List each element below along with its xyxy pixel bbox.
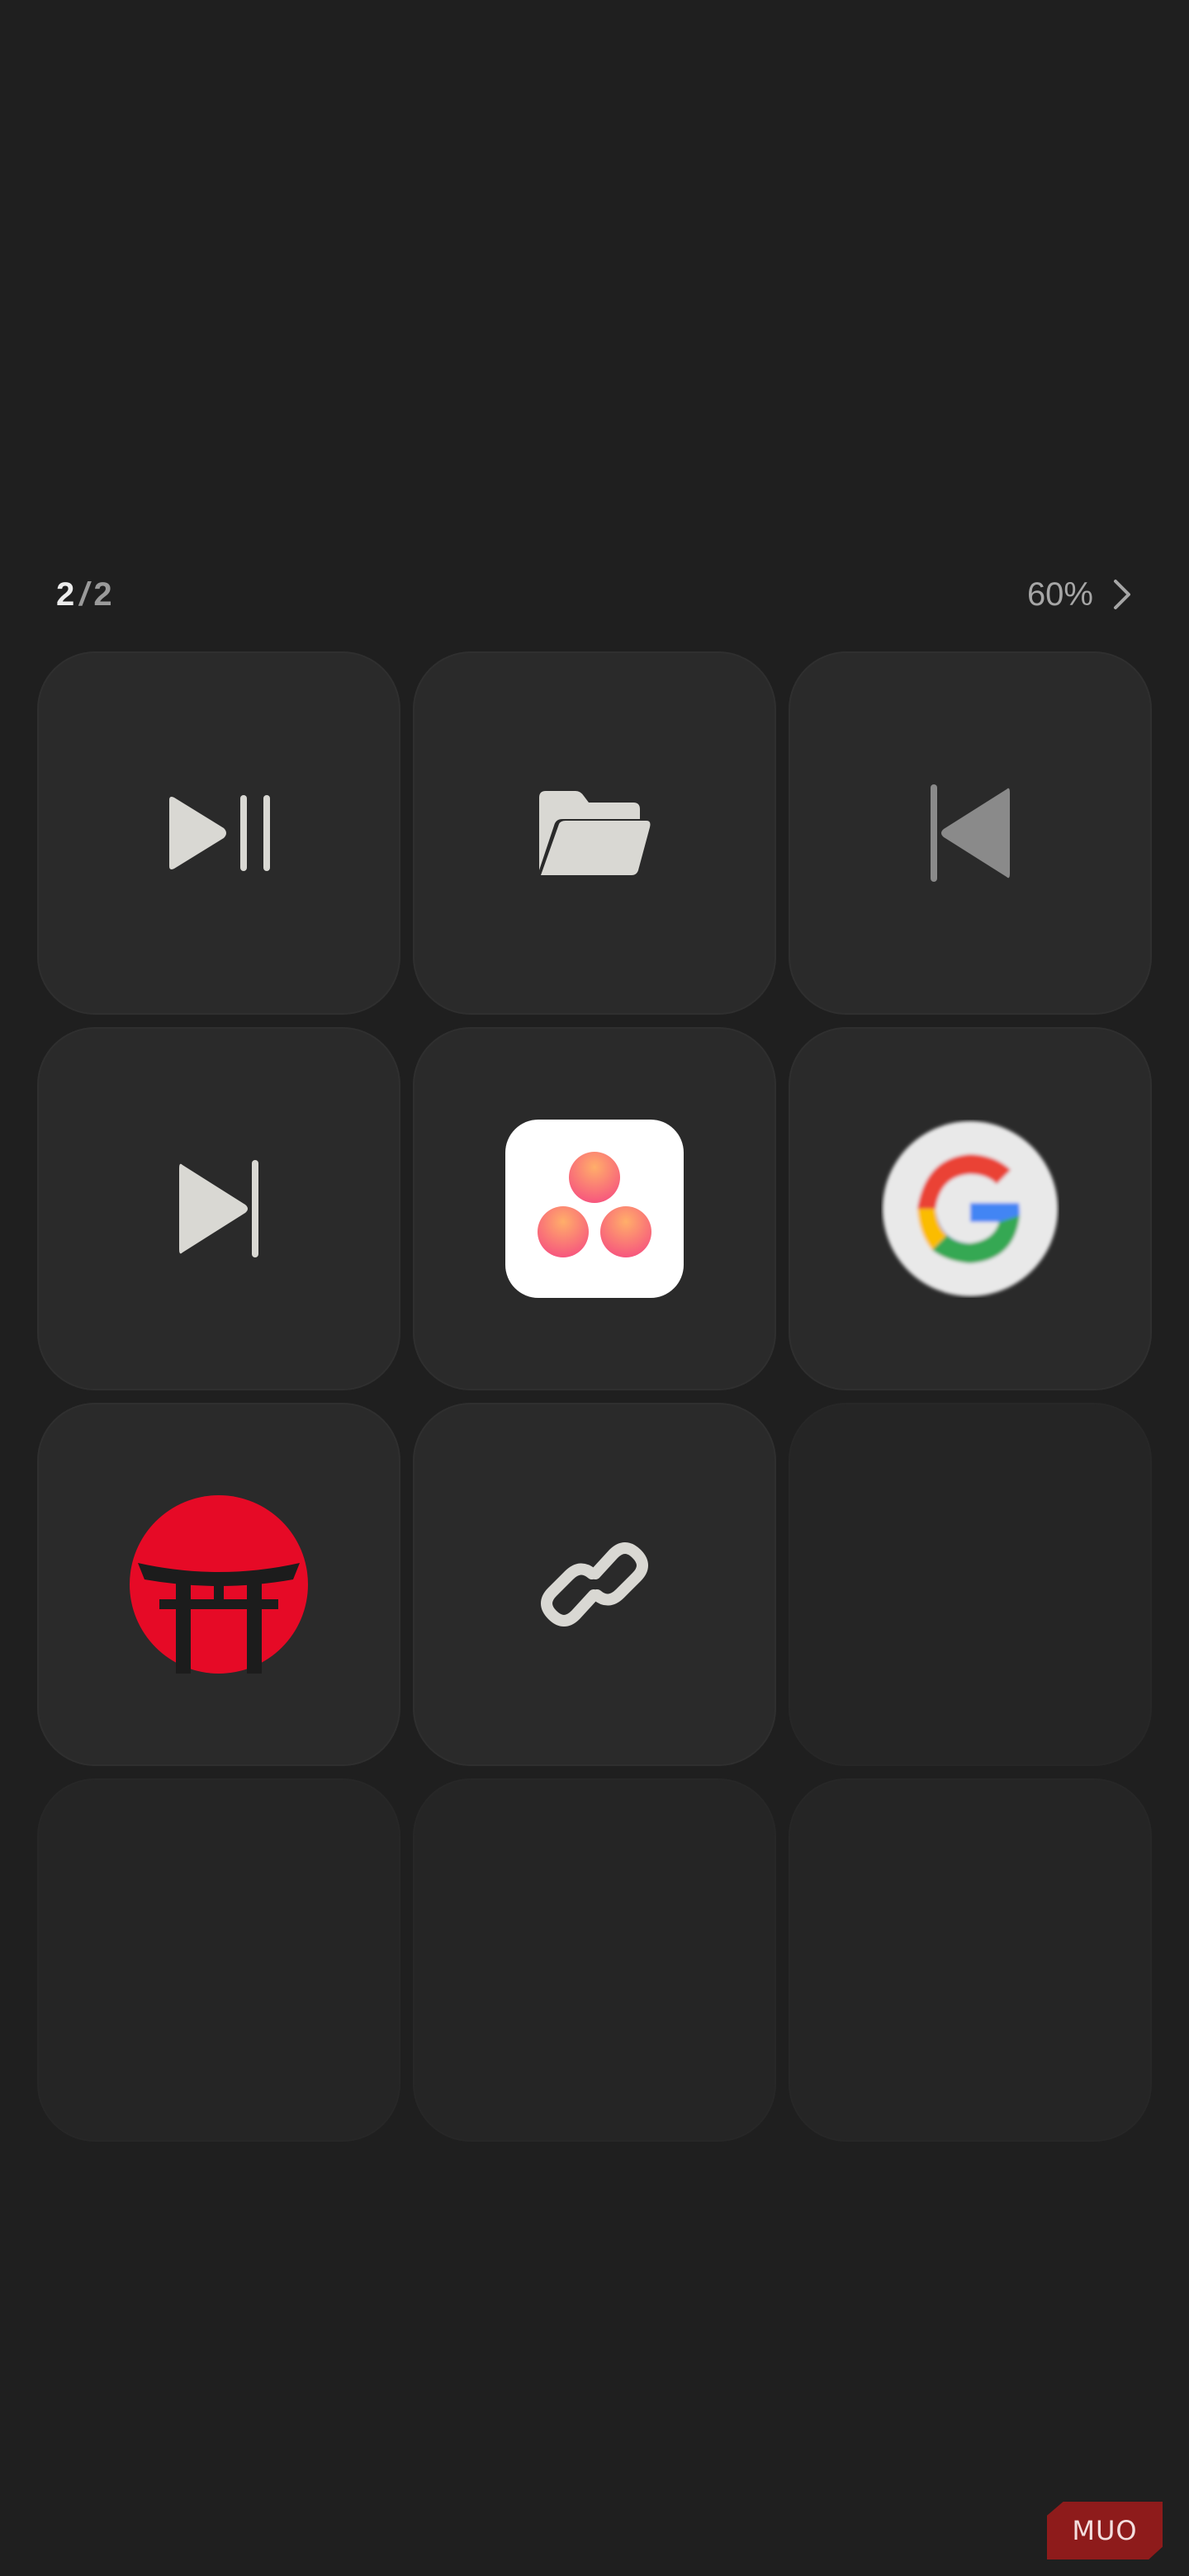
open-folder-button[interactable] — [413, 651, 776, 1015]
page-indicator: 2 / 2 — [56, 576, 112, 613]
play-pause-icon — [164, 793, 273, 873]
chevron-right-icon[interactable] — [1111, 578, 1133, 611]
link-icon — [533, 1531, 656, 1638]
link-shortcut-button[interactable] — [413, 1403, 776, 1766]
watermark-text: MUO — [1072, 2515, 1138, 2546]
google-shortcut-button[interactable] — [789, 1027, 1152, 1390]
asana-shortcut-button[interactable] — [413, 1027, 776, 1390]
previous-track-button[interactable] — [789, 651, 1152, 1015]
zoom-control[interactable]: 60% — [1027, 576, 1133, 613]
folder-icon — [536, 788, 653, 878]
deck-page: 2 / 2 60% MUO — [0, 0, 1189, 2576]
current-page-number: 2 — [56, 575, 75, 613]
empty-slot[interactable] — [789, 1778, 1152, 2142]
asana-logo-icon — [505, 1120, 684, 1298]
empty-slot[interactable] — [37, 1778, 400, 2142]
torii-gate-icon — [130, 1495, 308, 1674]
play-pause-button[interactable] — [37, 651, 400, 1015]
next-track-button[interactable] — [37, 1027, 400, 1390]
action-grid — [37, 651, 1152, 2142]
top-bar: 2 / 2 60% — [56, 570, 1133, 619]
torii-shortcut-button[interactable] — [37, 1403, 400, 1766]
skip-previous-icon — [927, 783, 1013, 883]
total-page-count: 2 — [93, 575, 112, 613]
empty-slot[interactable] — [413, 1778, 776, 2142]
google-logo-icon — [881, 1120, 1059, 1298]
muo-watermark-logo: MUO — [1047, 2502, 1163, 2559]
empty-slot[interactable] — [789, 1403, 1152, 1766]
skip-next-icon — [176, 1158, 262, 1259]
zoom-level: 60% — [1026, 575, 1093, 613]
page-separator: / — [79, 575, 89, 613]
